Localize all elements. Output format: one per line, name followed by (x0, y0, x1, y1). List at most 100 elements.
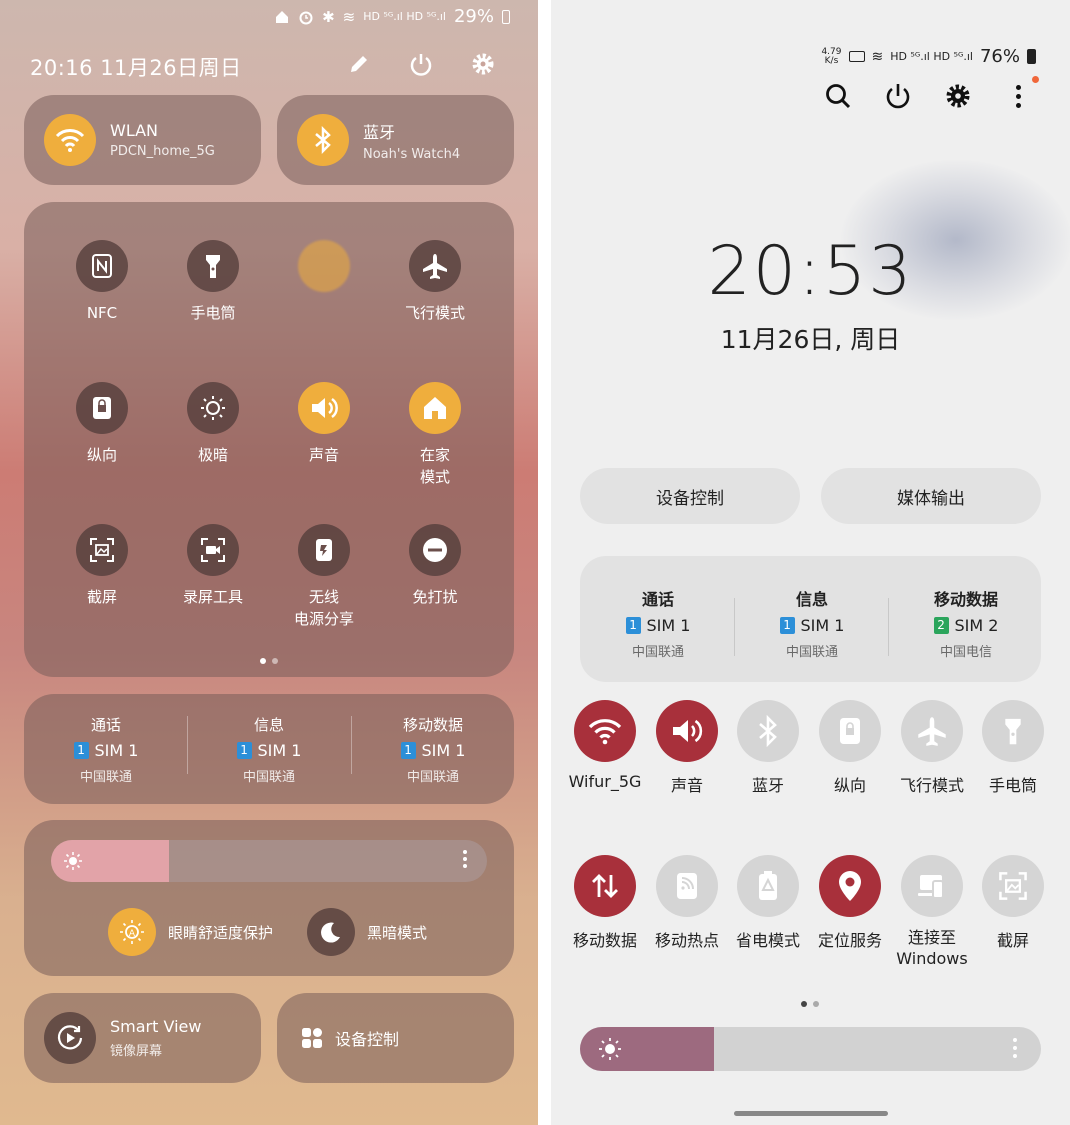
network-speed: 4.79 K/s (821, 46, 842, 66)
home-bar[interactable] (734, 1111, 888, 1116)
smart-view-icon (44, 1012, 96, 1064)
wifi-status-icon: ≋ (871, 48, 884, 65)
sim-carrier: 中国联通 (242, 770, 295, 785)
more-options-icon[interactable] (463, 850, 467, 868)
edit-icon[interactable] (345, 50, 373, 78)
tile-label: 免打扰 (412, 588, 458, 606)
right-quick-panel: 4.79 K/s ≋ HD ⁵ᴳ.ıl HD ⁵ᴳ.ıl 76% 20:53 1… (551, 0, 1070, 1125)
sim-badge: 1 (73, 742, 89, 759)
device-control-tile[interactable]: 设备控制 (277, 993, 514, 1083)
nfc-status-icon (848, 51, 865, 62)
sim-badge: 1 (625, 617, 641, 634)
svg-text:A: A (129, 929, 136, 939)
tile-rotation[interactable]: 纵向 (46, 382, 158, 466)
wlan-tile[interactable]: WLAN PDCN_home_5G (24, 95, 261, 185)
link-to-windows-icon (901, 855, 963, 917)
more-options-icon[interactable] (1013, 1038, 1017, 1058)
bluetooth-tile[interactable]: 蓝牙 Noah's Watch4 (277, 95, 514, 185)
tile-label: 录屏工具 (182, 588, 243, 606)
tile-label: 声音 (670, 776, 703, 795)
tile-label: 声音 (308, 446, 339, 464)
tile-wireless-powershare[interactable]: 无线 电源分享 (268, 524, 380, 630)
tile-label: 移动热点 (654, 931, 719, 950)
tile-mobile-data[interactable]: 移动数据 (564, 855, 646, 951)
tile-airplane[interactable]: 飞行模式 (379, 240, 491, 324)
tile-flashlight[interactable]: 手电筒 (157, 240, 269, 324)
tile-rotation[interactable]: 纵向 (809, 700, 891, 796)
wifi-status-icon: ≋ (342, 7, 356, 26)
sim-messages[interactable]: 信息 1 SIM 1 中国联通 (189, 714, 349, 785)
tile-home-mode[interactable]: 在家 模式 (379, 382, 491, 488)
tile-do-not-disturb[interactable]: 免打扰 (379, 524, 491, 608)
tile-flashlight[interactable]: 手电筒 (972, 700, 1054, 796)
flashlight-icon (187, 240, 239, 292)
sim-mobile-data[interactable]: 移动数据 1 SIM 1 中国联通 (353, 714, 513, 785)
tile-power-saving[interactable]: 省电模式 (727, 855, 809, 951)
smart-view-tile[interactable]: Smart View 镜像屏幕 (24, 993, 261, 1083)
tile-label: 极暗 (197, 446, 228, 464)
divider (187, 716, 188, 774)
sim-badge: 1 (779, 617, 795, 634)
date-time: 20:16 11月26日周日 (30, 56, 242, 80)
sim-calls[interactable]: 通话 1 SIM 1 中国联通 (581, 586, 735, 660)
tile-sound[interactable]: 声音 (268, 382, 380, 466)
media-output-button[interactable]: 媒体输出 (821, 468, 1041, 524)
eye-comfort-icon: A (108, 908, 156, 956)
power-icon[interactable] (882, 80, 914, 112)
tile-screen-recorder[interactable]: 录屏工具 (157, 524, 269, 608)
search-icon[interactable] (822, 80, 854, 112)
dark-mode-toggle[interactable]: 黑暗模式 (307, 908, 427, 956)
sim-name: SIM 2 (954, 616, 999, 635)
sun-icon (599, 1038, 621, 1060)
device-control-icon (302, 1028, 322, 1048)
home-status-icon (276, 10, 289, 23)
eye-comfort-toggle[interactable]: A 眼睛舒适度保护 (108, 908, 273, 956)
power-icon[interactable] (407, 50, 435, 78)
tile-location[interactable]: 定位服务 (809, 855, 891, 951)
device-control-button[interactable]: 设备控制 (580, 468, 800, 524)
home-icon (409, 382, 461, 434)
sim-messages[interactable]: 信息 1 SIM 1 中国联通 (735, 586, 889, 660)
sim-mobile-data[interactable]: 移动数据 2 SIM 2 中国电信 (889, 586, 1043, 660)
tile-sound[interactable]: 声音 (646, 700, 728, 796)
sound-icon (656, 700, 718, 762)
tile-link-to-windows[interactable]: 连接至 Windows (891, 855, 973, 969)
bluetooth-icon (737, 700, 799, 762)
sim-header: 信息 (253, 716, 284, 734)
screenshot-icon (76, 524, 128, 576)
sim-name: SIM 1 (800, 616, 845, 635)
sim-manager-card[interactable]: 通话 1 SIM 1 中国联通 信息 1 SIM 1 中国联通 移动数据 1 SIM … (24, 694, 514, 804)
tile-nfc[interactable]: NFC (46, 240, 158, 324)
sim-carrier: 中国联通 (406, 770, 459, 785)
sim-badge: 2 (933, 617, 949, 634)
brightness-slider[interactable] (51, 840, 487, 882)
airplane-icon (901, 700, 963, 762)
tile-screenshot[interactable]: 截屏 (46, 524, 158, 608)
tile-extra-dim[interactable]: 极暗 (157, 382, 269, 466)
sim-header: 移动数据 (933, 590, 998, 609)
more-options-icon[interactable] (1002, 80, 1034, 112)
page-indicator (260, 658, 278, 664)
tile-airplane[interactable]: 飞行模式 (891, 700, 973, 796)
settings-gear-icon[interactable] (469, 50, 497, 78)
tile-label: 飞行模式 (899, 776, 964, 795)
sim-manager-card[interactable]: 通话 1 SIM 1 中国联通 信息 1 SIM 1 中国联通 移动数据 2 SIM … (580, 556, 1041, 682)
left-quick-panel: ✱ ≋ HD ⁵ᴳ.ıl HD ⁵ᴳ.ıl 29% 20:16 11月26日周日… (0, 0, 538, 1125)
brightness-slider[interactable] (580, 1027, 1041, 1071)
tile-screenshot[interactable]: 截屏 (972, 855, 1054, 951)
smart-view-subtitle: 镜像屏幕 (110, 1044, 163, 1059)
battery-icon (1027, 49, 1036, 64)
sim-header: 移动数据 (402, 716, 463, 734)
nfc-icon (76, 240, 128, 292)
tile-blurred[interactable] (268, 240, 380, 302)
eye-comfort-label: 眼睛舒适度保护 (168, 923, 274, 942)
wlan-ssid: PDCN_home_5G (110, 144, 215, 159)
signal-text: HD ⁵ᴳ.ıl HD ⁵ᴳ.ıl (363, 10, 446, 23)
tile-wifi[interactable]: Wifur_5G (564, 700, 646, 791)
tile-bluetooth[interactable]: 蓝牙 (727, 700, 809, 796)
settings-gear-icon[interactable] (942, 80, 974, 112)
tile-hotspot[interactable]: 移动热点 (646, 855, 728, 951)
bluetooth-icon (297, 114, 349, 166)
tile-label: NFC (86, 304, 118, 322)
sim-calls[interactable]: 通话 1 SIM 1 中国联通 (26, 714, 186, 785)
